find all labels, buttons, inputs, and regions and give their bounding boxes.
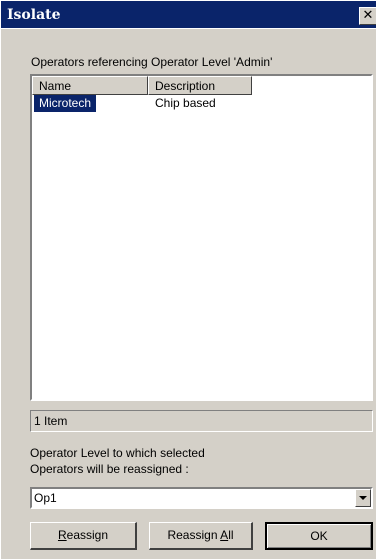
- reassign-label-line2: Operators will be reassigned :: [30, 462, 189, 476]
- row-description-cell: Chip based: [155, 96, 216, 110]
- reassign-label-rest: eassign: [66, 528, 109, 542]
- isolate-dialog: Isolate ✕ Operators referencing Operator…: [0, 0, 376, 559]
- column-header-name[interactable]: Name: [32, 76, 148, 95]
- reassign-all-button[interactable]: Reassign All: [149, 522, 253, 550]
- reassign-all-prefix: Reassign: [167, 528, 221, 542]
- close-icon[interactable]: ✕: [359, 7, 376, 25]
- ok-button[interactable]: OK: [265, 522, 373, 550]
- reassign-mnemonic: R: [57, 528, 67, 542]
- reassign-all-mnemonic: A: [220, 528, 229, 542]
- chevron-down-icon[interactable]: [355, 489, 371, 507]
- operator-level-select[interactable]: Op1: [30, 487, 373, 509]
- row-name-cell[interactable]: Microtech: [34, 95, 97, 112]
- window-title: Isolate: [7, 7, 61, 23]
- reassign-all-rest: ll: [228, 528, 234, 542]
- list-caption: Operators referencing Operator Level 'Ad…: [31, 55, 273, 69]
- reassign-label: Operator Level to which selected Operato…: [30, 445, 350, 477]
- reassign-label-line1: Operator Level to which selected: [30, 446, 205, 460]
- operators-list[interactable]: Name Description Microtech Chip based: [30, 74, 373, 401]
- operator-level-value: Op1: [34, 491, 57, 505]
- item-count-status: 1 Item: [30, 410, 373, 432]
- column-header-description[interactable]: Description: [148, 76, 252, 95]
- reassign-button[interactable]: Reassign: [30, 522, 137, 550]
- title-bar[interactable]: Isolate ✕: [1, 1, 376, 29]
